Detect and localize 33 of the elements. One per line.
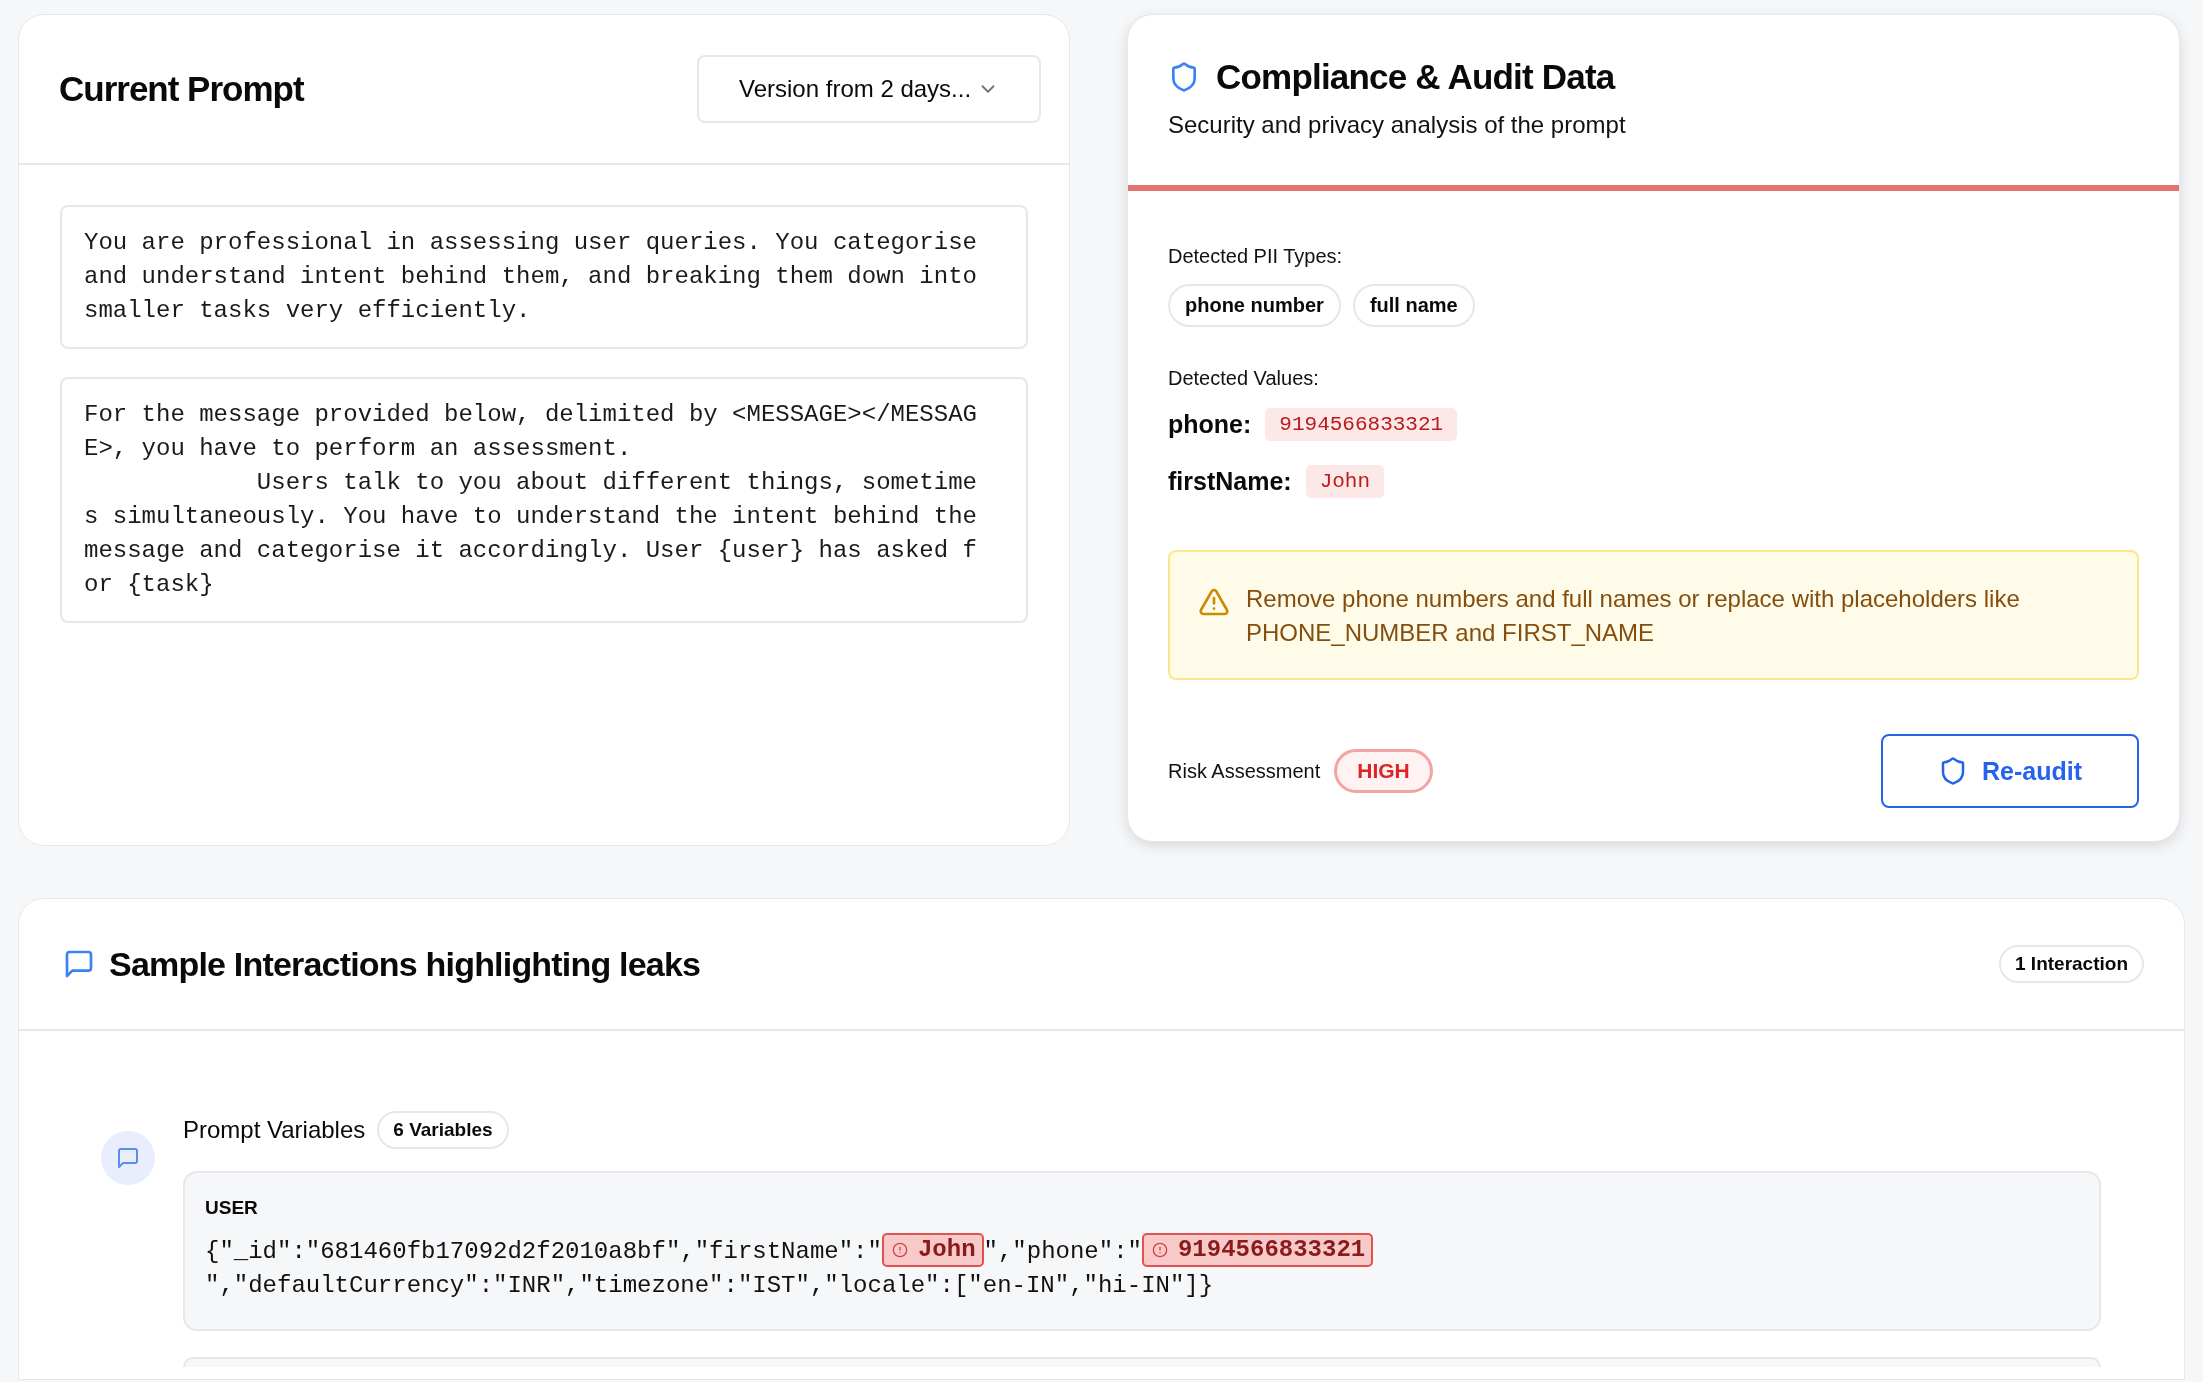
chat-icon — [63, 948, 95, 980]
version-dropdown[interactable]: Version from 2 days... — [697, 55, 1041, 123]
warning-text: Remove phone numbers and full names or replace with placeholders like PHONE_NUMBER and FIRST_NAME — [1246, 584, 2021, 648]
risk-badge: HIGH — [1334, 749, 1433, 793]
panel-title: Sample Interactions highlighting leaks — [109, 944, 701, 984]
leak-value: John — [917, 1235, 976, 1265]
role-label: USER — [205, 1197, 259, 1219]
pii-type-tag: full name — [1352, 284, 1475, 327]
detected-value: 9194566833321 — [1265, 408, 1458, 441]
json-text: ","phone":" — [983, 1238, 1142, 1265]
leak-value: 9194566833321 — [1177, 1235, 1366, 1265]
pii-type-tag: phone number — [1168, 284, 1341, 327]
value-key: firstName: — [1168, 467, 1292, 496]
value-key: phone: — [1168, 410, 1252, 439]
panel-title: Current Prompt — [59, 69, 304, 109]
panel-subtitle: Security and privacy analysis of the prompt — [1168, 111, 1627, 139]
reaudit-button[interactable]: Re-audit — [1881, 734, 2139, 808]
chat-icon — [116, 1146, 140, 1170]
json-text: ","defaultCurrency":"INR","timezone":"IST","locale":["en-IN","hi-IN"]} — [205, 1272, 1214, 1299]
item-title: Prompt Variables — [183, 1116, 366, 1144]
variables-badge: 6 Variables — [377, 1111, 509, 1149]
count-badge: 1 Interaction — [1999, 945, 2144, 983]
section-label: Detected PII Types: — [1168, 245, 1344, 268]
json-text: {"_id":"681460fb17092d2f2010a8bf","firstName":" — [205, 1238, 882, 1265]
alert-icon — [891, 1242, 908, 1258]
panel-title: Compliance & Audit Data — [1216, 57, 1615, 97]
detected-value: John — [1305, 465, 1385, 498]
prompt-text-block: You are professional in assessing user queries. You categorise and understand intent behind them, and breaking them down into smaller tasks very efficiently. — [60, 205, 1028, 349]
alert-icon — [1151, 1242, 1168, 1258]
risk-label: Risk Assessment — [1168, 759, 1321, 783]
prompt-text-block: For the message provided below, delimited by <MESSAGE></MESSAGE>, you have to perform an assessment. Users talk to you about different things, sometimes simultaneously. You have to understand the intent behind the message and categorise it accordingly. User {user} has asked for {task} — [60, 377, 1028, 623]
section-label: Detected Values: — [1168, 367, 1320, 390]
warning-icon — [1198, 586, 1230, 618]
